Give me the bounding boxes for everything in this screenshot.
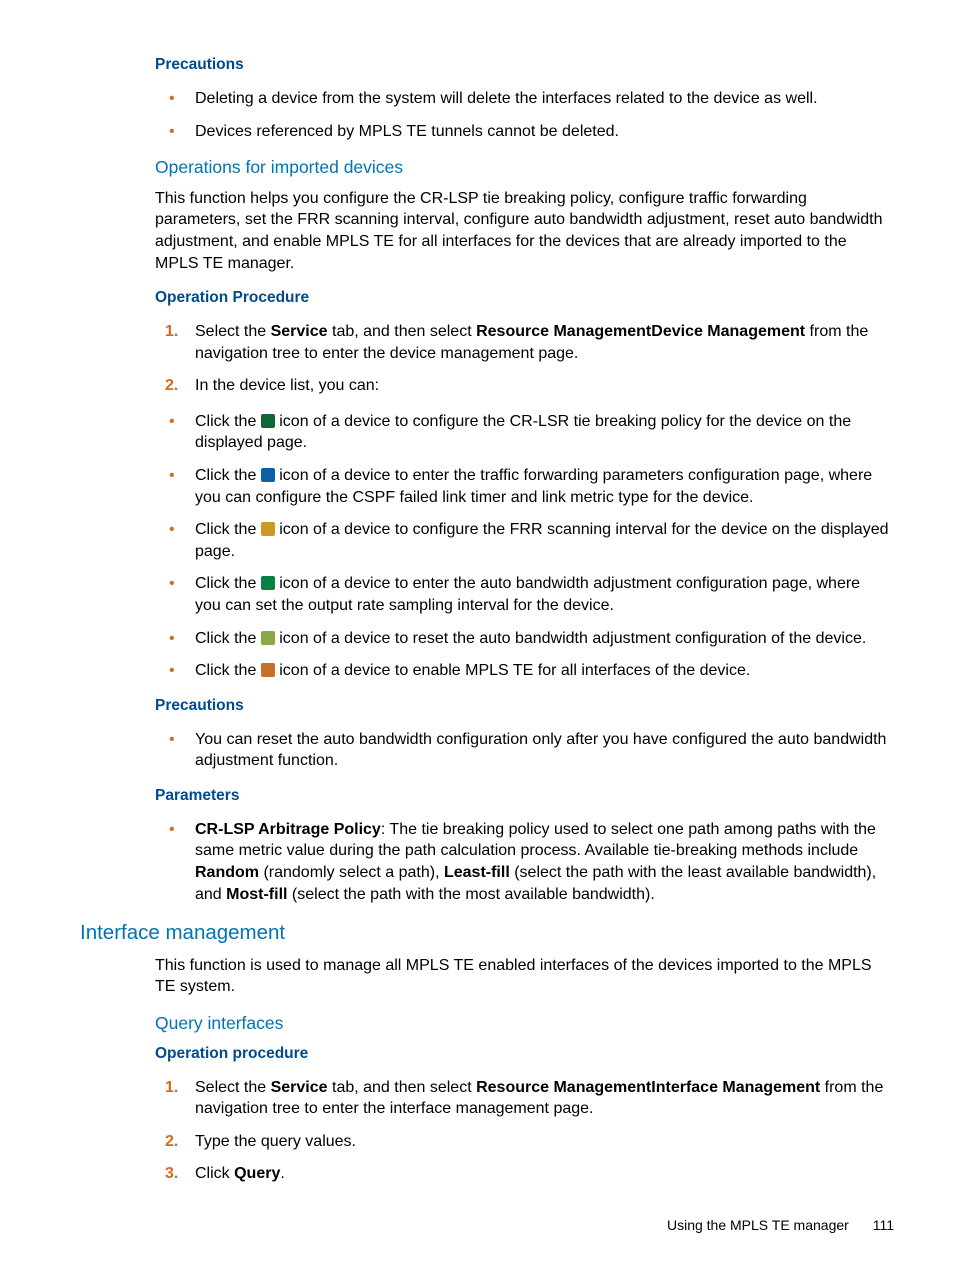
- text-bold: Query: [234, 1165, 280, 1182]
- text-bold: Device Management: [651, 323, 805, 340]
- heading-parameters: Parameters: [155, 786, 889, 807]
- text: tab, and then select: [328, 323, 477, 340]
- list-item: Click the icon of a device to enter the …: [195, 573, 889, 616]
- heading-operation-procedure-1: Operation Procedure: [155, 288, 889, 309]
- auto-bandwidth-icon: [261, 576, 275, 590]
- reset-bandwidth-icon: [261, 631, 275, 645]
- text-bold: Least-fill: [444, 864, 510, 881]
- procedure-steps-1: Select the Service tab, and then select …: [155, 321, 889, 397]
- text-bold: Resource Management: [476, 323, 651, 340]
- heading-precautions-2: Precautions: [155, 696, 889, 717]
- enable-mpls-icon: [261, 663, 275, 677]
- heading-interface-management: Interface management: [80, 919, 889, 947]
- footer-text: Using the MPLS TE manager: [667, 1217, 849, 1233]
- precautions-list-2: You can reset the auto bandwidth configu…: [155, 729, 889, 772]
- text-bold: Random: [195, 864, 259, 881]
- text: (select the path with the most available…: [287, 886, 654, 903]
- body-paragraph: This function is used to manage all MPLS…: [155, 955, 889, 998]
- list-item: Select the Service tab, and then select …: [195, 321, 889, 364]
- text: icon of a device to configure the FRR sc…: [195, 521, 888, 560]
- text-bold: Service: [271, 1079, 328, 1096]
- text: icon of a device to enable MPLS TE for a…: [275, 662, 751, 679]
- heading-precautions-1: Precautions: [155, 55, 889, 76]
- list-item: You can reset the auto bandwidth configu…: [195, 729, 889, 772]
- list-item: Click the icon of a device to configure …: [195, 411, 889, 454]
- procedure-steps-2: Select the Service tab, and then select …: [155, 1077, 889, 1185]
- action-bullets: Click the icon of a device to configure …: [155, 411, 889, 682]
- text-bold: Service: [271, 323, 328, 340]
- list-item: Click the icon of a device to reset the …: [195, 628, 889, 650]
- text: .: [280, 1165, 284, 1182]
- text: Select the: [195, 1079, 271, 1096]
- heading-operations-imported: Operations for imported devices: [155, 156, 889, 180]
- list-item: In the device list, you can:: [195, 375, 889, 397]
- list-item: Click the icon of a device to enable MPL…: [195, 660, 889, 682]
- text: icon of a device to configure the CR-LSR…: [195, 413, 851, 452]
- parameters-list: CR-LSP Arbitrage Policy: The tie breakin…: [155, 819, 889, 905]
- heading-operation-procedure-2: Operation procedure: [155, 1044, 889, 1065]
- text: tab, and then select: [328, 1079, 477, 1096]
- text: icon of a device to enter the auto bandw…: [195, 575, 860, 614]
- traffic-forward-icon: [261, 468, 275, 482]
- document-page: Precautions Deleting a device from the s…: [0, 0, 954, 1271]
- body-paragraph: This function helps you configure the CR…: [155, 188, 889, 274]
- text: Click: [195, 1165, 234, 1182]
- text-bold: CR-LSP Arbitrage Policy: [195, 821, 381, 838]
- precautions-list-1: Deleting a device from the system will d…: [155, 88, 889, 142]
- frr-icon: [261, 522, 275, 536]
- text: Select the: [195, 323, 271, 340]
- list-item: Click the icon of a device to enter the …: [195, 465, 889, 508]
- list-item: Devices referenced by MPLS TE tunnels ca…: [195, 121, 889, 143]
- list-item: Click the icon of a device to configure …: [195, 519, 889, 562]
- list-item: Type the query values.: [195, 1131, 889, 1153]
- text: Click the: [195, 630, 261, 647]
- text-bold: Interface Management: [651, 1079, 820, 1096]
- page-footer: Using the MPLS TE manager 111: [667, 1216, 894, 1235]
- text: Click the: [195, 662, 261, 679]
- list-item: Select the Service tab, and then select …: [195, 1077, 889, 1120]
- text: Click the: [195, 467, 261, 484]
- list-item: Click Query.: [195, 1163, 889, 1185]
- list-item: Deleting a device from the system will d…: [195, 88, 889, 110]
- text: icon of a device to enter the traffic fo…: [195, 467, 872, 506]
- text-bold: Most-fill: [226, 886, 287, 903]
- text: Click the: [195, 413, 261, 430]
- text: Click the: [195, 521, 261, 538]
- text: Click the: [195, 575, 261, 592]
- text-bold: Resource Management: [476, 1079, 651, 1096]
- heading-query-interfaces: Query interfaces: [155, 1012, 889, 1036]
- list-item: CR-LSP Arbitrage Policy: The tie breakin…: [195, 819, 889, 905]
- page-number: 111: [873, 1217, 894, 1233]
- text: icon of a device to reset the auto bandw…: [275, 630, 866, 647]
- text: (randomly select a path),: [259, 864, 444, 881]
- tie-break-icon: [261, 414, 275, 428]
